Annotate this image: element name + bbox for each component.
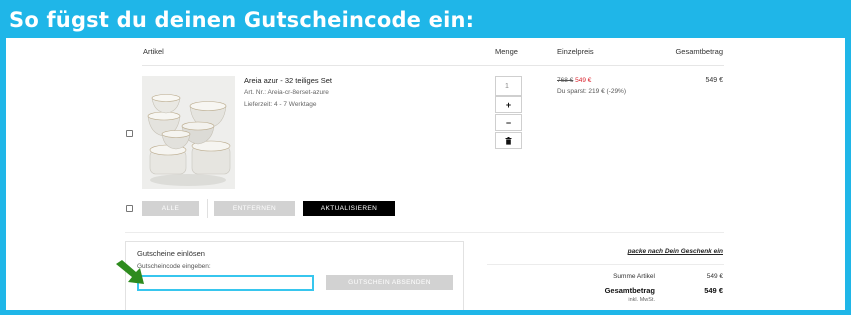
new-price: 549 € <box>575 77 592 84</box>
vat-note: inkl. MwSt. <box>628 297 655 303</box>
header-divider <box>142 65 724 66</box>
header-article: Artikel <box>143 47 164 56</box>
sum-label: Summe Artikel <box>613 273 655 280</box>
header-total: Gesamtbetrag <box>675 47 723 56</box>
item-total: 549 € <box>705 77 723 84</box>
action-divider <box>207 199 208 218</box>
item-delivery: Lieferzeit: 4 - 7 Werktage <box>244 101 317 108</box>
green-arrow-icon <box>116 260 144 284</box>
cart-panel: Artikel Menge Einzelpreis Gesamtbetrag A… <box>6 38 845 310</box>
summary-divider <box>487 264 724 265</box>
sum-value: 549 € <box>706 273 723 280</box>
gift-wrap-link[interactable]: packe nach Dein Geschenk ein <box>628 248 723 255</box>
total-label: Gesamtbetrag <box>604 286 655 295</box>
coupon-code-input[interactable] <box>137 275 314 291</box>
coupon-title: Gutscheine einlösen <box>137 249 205 258</box>
product-image <box>142 76 235 189</box>
screenshot-frame: So fügst du deinen Gutscheincode ein: Ar… <box>0 0 851 315</box>
total-value: 549 € <box>704 286 723 295</box>
price-block: 768 € 549 € <box>557 77 591 84</box>
section-divider <box>125 232 724 233</box>
banner-title: So fügst du deinen Gutscheincode ein: <box>9 8 475 32</box>
remove-button[interactable]: ENTFERNEN <box>214 201 295 216</box>
update-button[interactable]: AKTUALISIEREN <box>303 201 395 216</box>
coupon-label: Gutscheincode eingeben: <box>137 263 211 270</box>
quantity-input[interactable]: 1 <box>495 76 522 96</box>
trash-icon <box>505 136 512 145</box>
tableware-set-illustration <box>142 76 235 189</box>
quantity-minus-button[interactable]: − <box>495 114 522 131</box>
item-checkbox[interactable] <box>126 130 133 137</box>
header-unit-price: Einzelpreis <box>557 47 594 56</box>
old-price: 768 € <box>557 77 574 84</box>
savings-text: Du sparst: 219 € (-29%) <box>557 88 627 95</box>
coupon-submit-button[interactable]: GUTSCHEIN ABSENDEN <box>326 275 453 290</box>
header-quantity: Menge <box>495 47 518 56</box>
delete-item-button[interactable] <box>495 132 522 149</box>
select-all-button[interactable]: ALLE <box>142 201 199 216</box>
select-all-checkbox[interactable] <box>126 205 133 212</box>
item-name[interactable]: Areia azur - 32 teiliges Set <box>244 76 332 85</box>
quantity-plus-button[interactable]: + <box>495 96 522 113</box>
item-art-nr: Art. Nr.: Areia-cr-8erset-azure <box>244 89 329 96</box>
